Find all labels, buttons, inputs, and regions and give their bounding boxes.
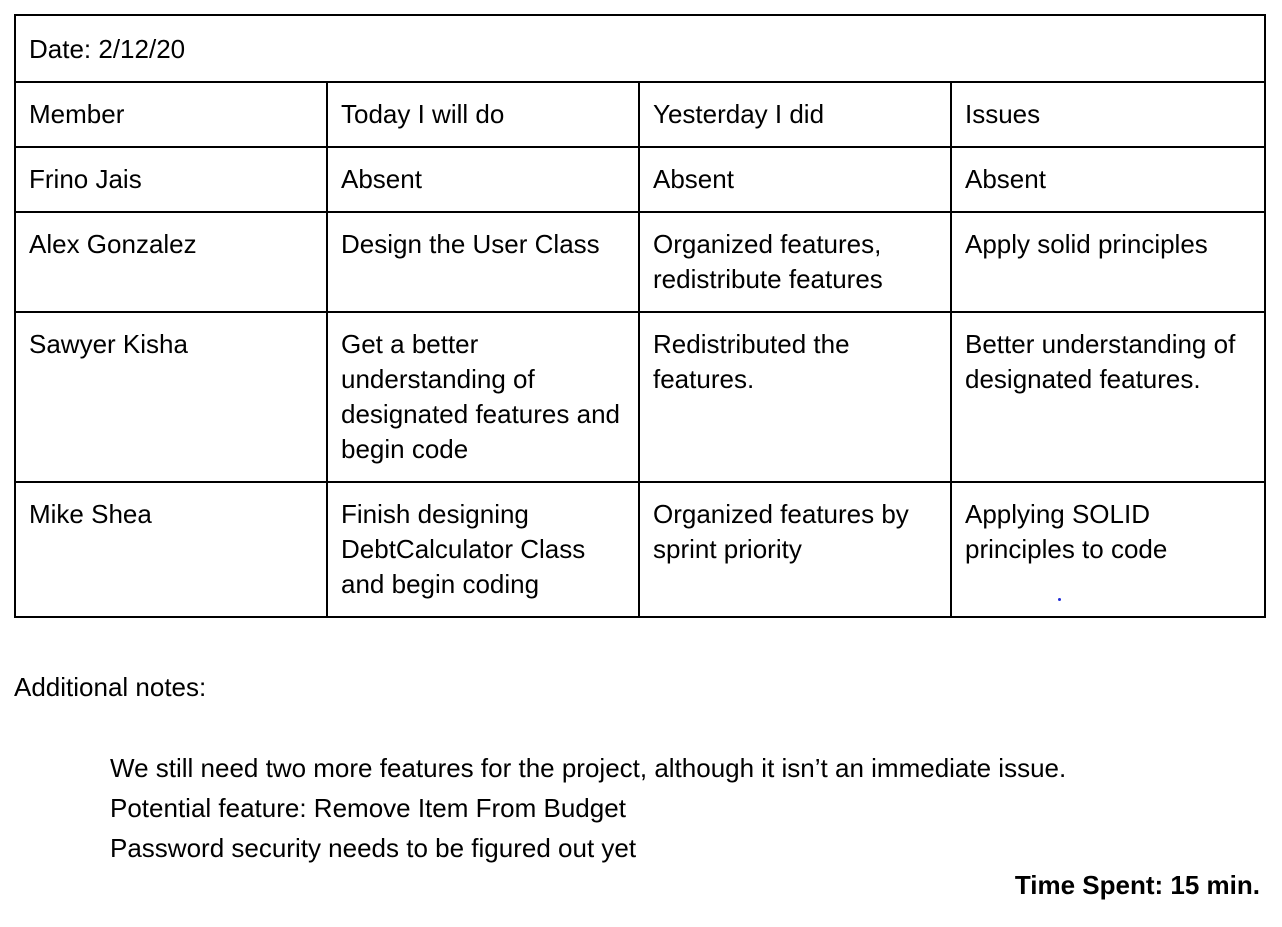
today-cell[interactable]: Absent [326,146,640,213]
header-today[interactable]: Today I will do [326,81,640,148]
standup-table: Date: 2/12/20 Member Today I will do Yes… [14,14,1266,618]
issues-cell[interactable]: Absent [950,146,1266,213]
table-row: Frino Jais Absent Absent Absent [14,146,1266,213]
table-row: Mike Shea Finish designing DebtCalculato… [14,481,1266,618]
text-cursor-dot [1058,598,1061,601]
date-cell[interactable]: Date: 2/12/20 [14,14,1266,83]
note-item: Potential feature: Remove Item From Budg… [110,793,626,823]
issues-cell[interactable]: Applying SOLID principles to code [950,481,1266,618]
header-issues[interactable]: Issues [950,81,1266,148]
today-cell[interactable]: Finish designing DebtCalculator Class an… [326,481,640,618]
today-cell[interactable]: Get a better understanding of designated… [326,311,640,483]
issues-cell[interactable]: Apply solid principles [950,211,1266,313]
issues-cell[interactable]: Better understanding of designated featu… [950,311,1266,483]
member-cell[interactable]: Alex Gonzalez [14,211,328,313]
notes-list: We still need two more features for the … [110,748,1066,868]
date-row: Date: 2/12/20 [14,14,1266,83]
yesterday-cell[interactable]: Organized features by sprint priority [638,481,952,618]
yesterday-cell[interactable]: Organized features, redistribute feature… [638,211,952,313]
yesterday-cell[interactable]: Absent [638,146,952,213]
header-yesterday[interactable]: Yesterday I did [638,81,952,148]
member-cell[interactable]: Frino Jais [14,146,328,213]
yesterday-cell[interactable]: Redistributed the features. [638,311,952,483]
time-spent: Time Spent: 15 min. [1014,870,1260,900]
table-row: Sawyer Kisha Get a better understanding … [14,311,1266,483]
member-cell[interactable]: Sawyer Kisha [14,311,328,483]
notes-heading: Additional notes: [14,672,207,702]
table-row: Alex Gonzalez Design the User Class Orga… [14,211,1266,313]
today-cell[interactable]: Design the User Class [326,211,640,313]
note-item: Password security needs to be figured ou… [110,833,637,863]
header-row: Member Today I will do Yesterday I did I… [14,81,1266,148]
header-member[interactable]: Member [14,81,328,148]
note-item: We still need two more features for the … [110,753,1067,783]
member-cell[interactable]: Mike Shea [14,481,328,618]
